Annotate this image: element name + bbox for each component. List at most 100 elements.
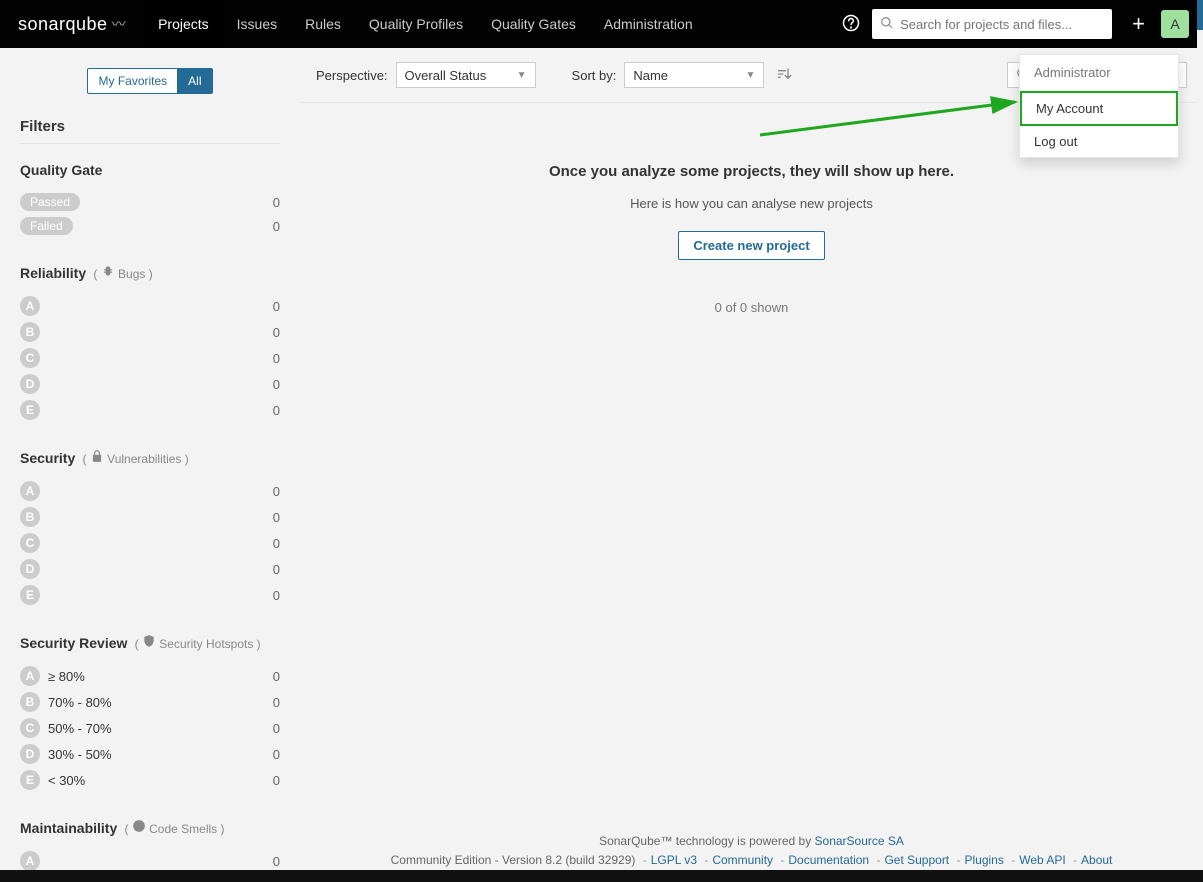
user-dropdown: Administrator My Account Log out (1019, 54, 1179, 158)
rating-a: A (20, 296, 40, 316)
code-smell-icon (132, 819, 146, 833)
dropdown-my-account[interactable]: My Account (1020, 91, 1178, 126)
results-count: 0 of 0 shown (320, 300, 1183, 315)
caret-down-icon: ▼ (745, 70, 755, 81)
filter-row[interactable]: E0 (20, 582, 280, 608)
lock-icon (90, 449, 104, 463)
rating-d: D (20, 559, 40, 579)
sort-direction-icon[interactable] (772, 66, 796, 85)
filter-row[interactable]: D0 (20, 371, 280, 397)
filter-head-security-review: Security Review ( Security Hotspots ) (20, 634, 280, 651)
nav-issues[interactable]: Issues (223, 0, 291, 48)
bug-icon (101, 264, 115, 278)
search-icon (880, 16, 894, 33)
rating-d: D (20, 744, 40, 764)
scrollbar[interactable] (1197, 0, 1203, 882)
footer-text: SonarQube™ technology is powered by (599, 834, 814, 848)
filter-head-maintainability: Maintainability ( Code Smells ) (20, 819, 280, 836)
global-search[interactable] (872, 9, 1112, 39)
main-content: Perspective: Overall Status ▼ Sort by: N… (300, 48, 1203, 870)
rating-b: B (20, 692, 40, 712)
filter-row[interactable]: C50% - 70%0 (20, 715, 280, 741)
logo[interactable]: sonarqube 〰 (0, 14, 144, 35)
filter-row[interactable]: E0 (20, 397, 280, 423)
rating-e: E (20, 770, 40, 790)
rating-b: B (20, 322, 40, 342)
nav-projects[interactable]: Projects (144, 0, 223, 48)
filter-row[interactable]: C0 (20, 530, 280, 556)
filters-heading: Filters (20, 118, 280, 135)
footer-edition: Community Edition - Version 8.2 (build 3… (391, 853, 636, 867)
rating-a: A (20, 481, 40, 501)
caret-down-icon: ▼ (517, 70, 527, 81)
filter-row[interactable]: A≥ 80%0 (20, 663, 280, 689)
divider (20, 143, 280, 144)
rating-c: C (20, 348, 40, 368)
perspective-label: Perspective: (316, 68, 388, 83)
favorites-toggle: My Favorites All (20, 68, 280, 94)
global-search-input[interactable] (900, 17, 1104, 32)
rating-a: A (20, 851, 40, 870)
filter-row[interactable]: D0 (20, 556, 280, 582)
filter-row[interactable]: B0 (20, 504, 280, 530)
filter-failed[interactable]: Failed 0 (20, 214, 280, 238)
perspective-select[interactable]: Overall Status ▼ (396, 62, 536, 88)
filter-reliability: Reliability ( Bugs ) A0 B0 C0 D0 E0 (20, 264, 280, 423)
footer-link[interactable]: LGPL v3 (651, 853, 697, 867)
logo-text: sonarqube (18, 14, 108, 35)
filter-row[interactable]: A0 (20, 478, 280, 504)
filter-quality-gate: Quality Gate Passed 0 Failed 0 (20, 162, 280, 238)
nav-rules[interactable]: Rules (291, 0, 355, 48)
nav-quality-gates[interactable]: Quality Gates (477, 0, 590, 48)
filter-passed[interactable]: Passed 0 (20, 190, 280, 214)
shield-icon (142, 634, 156, 648)
empty-subtitle: Here is how you can analyse new projects (320, 196, 1183, 211)
rating-c: C (20, 533, 40, 553)
all-tab[interactable]: All (177, 68, 212, 94)
rating-e: E (20, 585, 40, 605)
footer-link[interactable]: About (1081, 853, 1112, 867)
sort-label: Sort by: (572, 68, 617, 83)
footer: SonarQube™ technology is powered by Sona… (300, 832, 1203, 870)
filter-row[interactable]: B70% - 80%0 (20, 689, 280, 715)
top-navbar: sonarqube 〰 Projects Issues Rules Qualit… (0, 0, 1203, 48)
rating-e: E (20, 400, 40, 420)
count: 0 (273, 219, 280, 234)
filter-row[interactable]: B0 (20, 319, 280, 345)
footer-link[interactable]: Community (712, 853, 773, 867)
filter-head-security: Security ( Vulnerabilities ) (20, 449, 280, 466)
help-icon[interactable] (830, 14, 872, 35)
sort-select[interactable]: Name ▼ (624, 62, 764, 88)
rating-b: B (20, 507, 40, 527)
pill-failed: Failed (20, 217, 73, 235)
user-avatar[interactable]: A (1161, 10, 1189, 38)
nav-quality-profiles[interactable]: Quality Profiles (355, 0, 477, 48)
dropdown-header: Administrator (1020, 55, 1178, 91)
filter-security-review: Security Review ( Security Hotspots ) A≥… (20, 634, 280, 793)
count: 0 (273, 195, 280, 210)
dropdown-log-out[interactable]: Log out (1020, 126, 1178, 157)
pill-passed: Passed (20, 193, 80, 211)
empty-title: Once you analyze some projects, they wil… (320, 163, 1183, 180)
create-project-button[interactable]: Create new project (678, 231, 824, 260)
filter-head-reliability: Reliability ( Bugs ) (20, 264, 280, 281)
filter-row[interactable]: E< 30%0 (20, 767, 280, 793)
footer-link[interactable]: Get Support (884, 853, 949, 867)
rating-c: C (20, 718, 40, 738)
nav-administration[interactable]: Administration (590, 0, 707, 48)
footer-link[interactable]: Web API (1019, 853, 1065, 867)
footer-link[interactable]: Documentation (788, 853, 869, 867)
filter-row[interactable]: A0 (20, 293, 280, 319)
footer-sonarsource-link[interactable]: SonarSource SA (815, 834, 904, 848)
filter-head-quality-gate: Quality Gate (20, 162, 280, 178)
os-taskbar (0, 870, 1203, 882)
my-favorites-tab[interactable]: My Favorites (87, 68, 177, 94)
filter-security: Security ( Vulnerabilities ) A0 B0 C0 D0… (20, 449, 280, 608)
filters-sidebar: My Favorites All Filters Quality Gate Pa… (0, 48, 300, 870)
filter-row[interactable]: A0 (20, 848, 280, 870)
filter-row[interactable]: C0 (20, 345, 280, 371)
filter-maintainability: Maintainability ( Code Smells ) A0 B0 C0 (20, 819, 280, 870)
create-button[interactable]: + (1122, 11, 1155, 37)
footer-link[interactable]: Plugins (965, 853, 1004, 867)
filter-row[interactable]: D30% - 50%0 (20, 741, 280, 767)
